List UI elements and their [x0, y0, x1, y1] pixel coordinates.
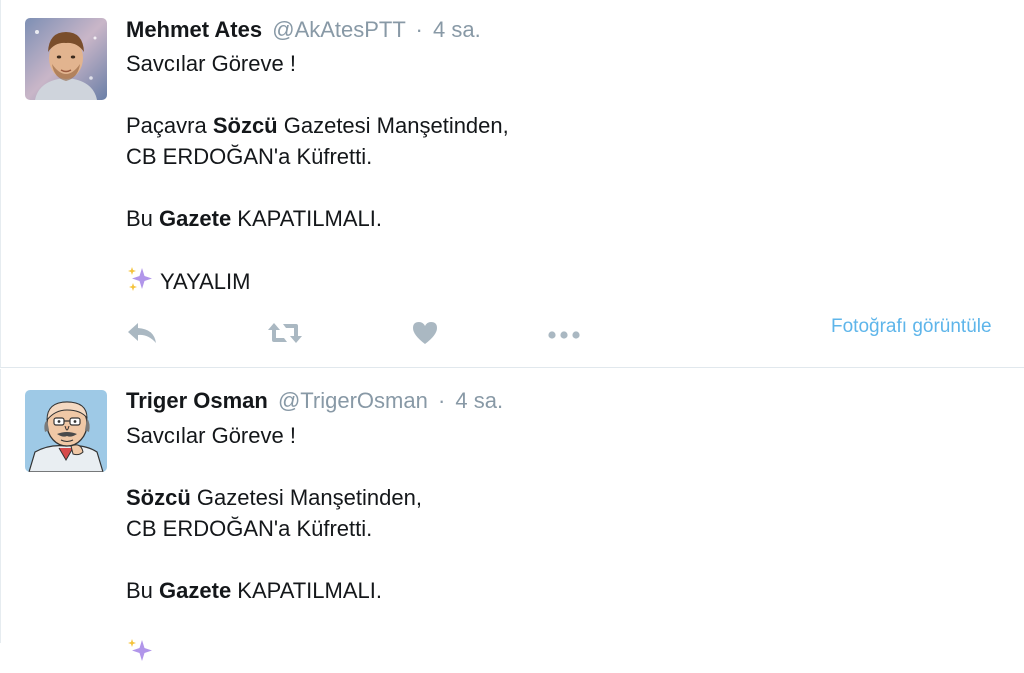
text-segment: Gazetesi Manşetinden, [190, 485, 422, 510]
text-segment: Bu [126, 206, 160, 231]
sparkles-icon [126, 637, 154, 673]
retweet-icon [268, 323, 302, 343]
reply-icon [128, 323, 156, 343]
sparkles-icon [126, 265, 154, 301]
tweet-header: Mehmet Ates @AkAtesPTT · 4 sa. [126, 16, 481, 44]
timestamp[interactable]: 4 sa. [433, 17, 481, 42]
text-line: Sözcü Gazetesi Manşetinden, [126, 482, 422, 513]
text-line: Savcılar Göreve ! [126, 423, 296, 448]
tweet-actions: Fotoğrafı görüntüle [126, 316, 1016, 350]
text-bold-segment: Gazete [159, 578, 232, 603]
user-handle[interactable]: @TrigerOsman [278, 388, 428, 413]
view-photo-link[interactable]: Fotoğrafı görüntüle [831, 316, 992, 338]
reply-button[interactable] [126, 316, 158, 350]
separator-dot: · [415, 17, 423, 42]
tweet[interactable]: Triger Osman @TrigerOsman · 4 sa. Savcıl… [0, 369, 1024, 661]
avatar-cartoon [25, 390, 107, 472]
user-name[interactable]: Triger Osman [126, 388, 268, 413]
avatar[interactable] [25, 18, 107, 100]
text-segment: YAYALIM [160, 269, 251, 294]
text-segment: Bu [126, 578, 160, 603]
avatar[interactable] [25, 390, 107, 472]
user-handle[interactable]: @AkAtesPTT [272, 17, 405, 42]
text-bold-segment: Sözcü [212, 113, 278, 138]
tweet-header: Triger Osman @TrigerOsman · 4 sa. [126, 387, 503, 415]
text-bold-segment: Sözcü [126, 485, 191, 510]
text-line: Paçavra Sözcü Gazetesi Manşetinden, [126, 110, 509, 141]
tweet-text: Savcılar Göreve ! Sözcü Gazetesi Manşeti… [126, 420, 422, 668]
text-bold-segment: Gazete [159, 206, 232, 231]
more-button[interactable] [546, 316, 582, 350]
separator-dot: · [437, 388, 446, 413]
text-segment: KAPATILMALI. [231, 578, 382, 603]
text-line: CB ERDOĞAN'a Küfretti. [126, 516, 373, 541]
text-segment: KAPATILMALI. [231, 206, 382, 231]
retweet-button[interactable] [267, 316, 303, 350]
like-button[interactable] [411, 316, 439, 350]
text-line [126, 637, 422, 668]
avatar-photo [25, 18, 107, 100]
text-line: Bu Gazete KAPATILMALI. [126, 203, 509, 234]
text-line: Bu Gazete KAPATILMALI. [126, 575, 422, 606]
text-segment: Gazetesi Manşetinden, [277, 113, 509, 138]
tweet[interactable]: Mehmet Ates @AkAtesPTT · 4 sa. Savcılar … [0, 0, 1024, 368]
heart-icon [413, 322, 437, 344]
text-line: CB ERDOĞAN'a Küfretti. [126, 144, 373, 169]
more-icon [548, 331, 580, 339]
user-name[interactable]: Mehmet Ates [126, 17, 262, 42]
text-line: Savcılar Göreve ! [126, 51, 296, 76]
text-line: YAYALIM [126, 265, 509, 296]
timestamp[interactable]: 4 sa. [455, 388, 503, 413]
tweet-text: Savcılar Göreve ! Paçavra Sözcü Gazetesi… [126, 48, 509, 296]
text-segment: Paçavra [126, 113, 213, 138]
